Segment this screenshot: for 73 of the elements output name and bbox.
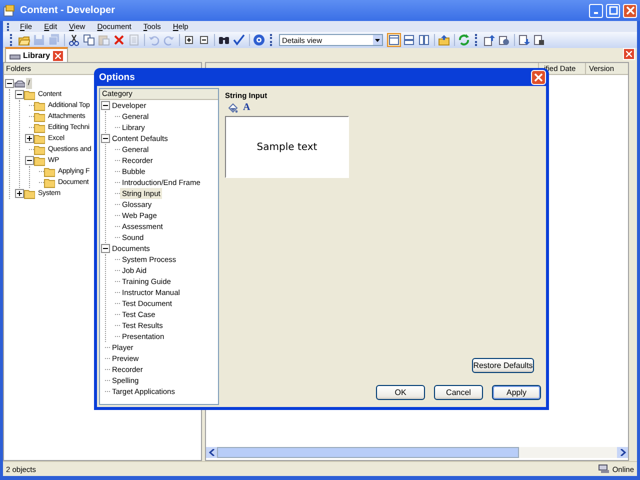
folder-icon: [34, 111, 45, 122]
toolbar-button[interactable]: [532, 33, 546, 47]
close-icon: [626, 6, 634, 15]
font-button[interactable]: A: [243, 103, 250, 113]
toolbar-button[interactable]: [232, 33, 246, 47]
split-vertical-icon: [418, 34, 430, 46]
toolbar-button[interactable]: [67, 33, 81, 47]
scroll-right-button[interactable]: [617, 447, 628, 458]
close-icon: [534, 72, 543, 82]
folder-icon: [44, 166, 55, 177]
folder-icon: [34, 144, 45, 155]
scissors-icon: [68, 34, 80, 46]
collapse-icon[interactable]: [25, 156, 34, 165]
sample-text: Sample text: [256, 142, 318, 152]
copy-icon: [83, 34, 95, 46]
details-view-icon: [388, 34, 400, 46]
clipboard-icon: [98, 34, 110, 46]
folder-icon: [34, 155, 45, 166]
folder-icon: [24, 188, 35, 199]
page-up-icon: [483, 34, 495, 46]
expand-icon[interactable]: [15, 189, 24, 198]
page-gear-icon: [498, 34, 510, 46]
collapse-icon[interactable]: [5, 79, 14, 88]
close-button[interactable]: [623, 4, 637, 18]
drive-icon: [9, 52, 21, 60]
restore-defaults-button[interactable]: Restore Defaults: [472, 358, 534, 373]
folder-icon: [34, 133, 45, 144]
window-title: Content - Developer: [20, 5, 116, 16]
app-icon: [3, 4, 15, 16]
maximize-button[interactable]: [606, 4, 620, 18]
folder-icon: [24, 89, 35, 100]
collapse-icon[interactable]: [101, 244, 110, 253]
collapse-icon[interactable]: [101, 101, 110, 110]
undo-icon: [148, 34, 160, 46]
split-horizontal-icon: [403, 34, 415, 46]
document-icon: [128, 34, 140, 46]
disks-icon: [48, 34, 60, 46]
maximize-icon: [608, 6, 618, 15]
folder-icon: [34, 122, 45, 133]
binoculars-icon: [218, 34, 230, 46]
toolbar-button[interactable]: [197, 33, 211, 47]
tab[interactable]: Library: [5, 47, 68, 62]
dialog-button[interactable]: Apply: [492, 385, 541, 400]
minimize-button[interactable]: [589, 4, 603, 18]
delete-icon: [113, 34, 125, 46]
page-lock-icon: [533, 34, 545, 46]
collapse-icon[interactable]: [101, 134, 110, 143]
minus-box-icon: [198, 34, 210, 46]
dialog-button[interactable]: Cancel: [434, 385, 483, 400]
dialog-button[interactable]: OK: [376, 385, 425, 400]
folder-arrow-icon: [438, 34, 450, 46]
page-down-icon: [518, 34, 530, 46]
drive-icon: [14, 78, 25, 89]
close-icon: [626, 51, 632, 57]
network-icon: [598, 464, 610, 474]
toolbar-button[interactable]: [182, 33, 196, 47]
close-button[interactable]: [531, 70, 546, 84]
plus-box-icon: [183, 34, 195, 46]
close-pane-button[interactable]: [623, 48, 635, 60]
refresh-icon: [458, 34, 470, 46]
open-folder-icon: [18, 34, 30, 46]
paint-bucket-icon[interactable]: [227, 103, 238, 113]
folder-icon: [34, 100, 45, 111]
close-tab-button[interactable]: [52, 50, 64, 62]
collapse-icon[interactable]: [15, 90, 24, 99]
checkmark-icon: [233, 34, 245, 46]
help-icon: [253, 34, 265, 46]
scroll-left-button[interactable]: [206, 447, 217, 458]
scrollbar-thumb[interactable]: [217, 447, 519, 458]
redo-icon: [163, 34, 175, 46]
folder-icon: [44, 177, 55, 188]
close-icon: [55, 52, 62, 58]
expand-icon[interactable]: [25, 134, 34, 143]
